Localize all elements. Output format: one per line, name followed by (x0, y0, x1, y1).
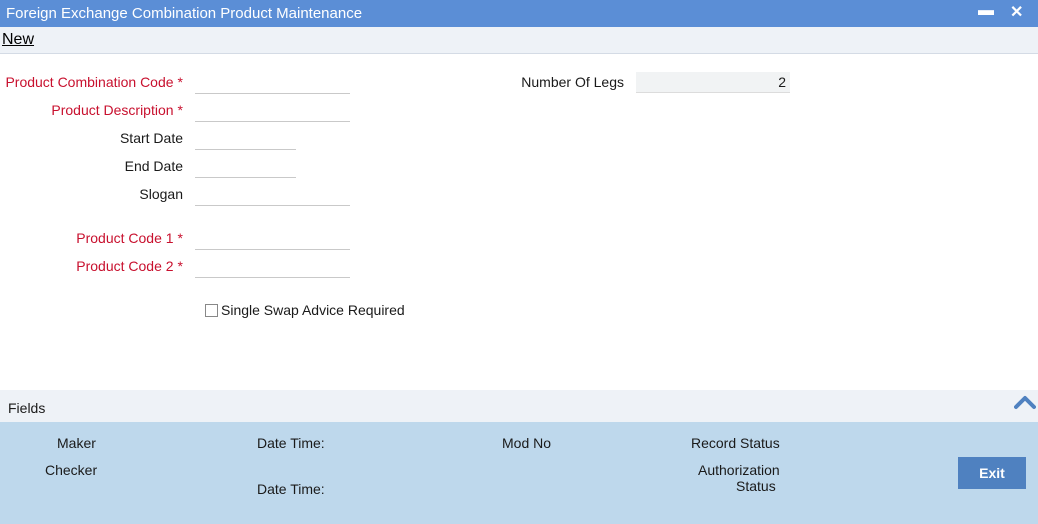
product-code-1-label-text: Product Code 1 (76, 230, 174, 246)
maker-label: Maker (57, 435, 96, 451)
chevron-up-icon[interactable] (1014, 392, 1036, 412)
authorization-status-label: Status (736, 478, 776, 494)
record-status-label: Record Status (691, 435, 780, 451)
exit-button[interactable]: Exit (958, 457, 1026, 489)
new-button[interactable]: New (2, 31, 34, 49)
fields-bar: Fields (0, 390, 1038, 422)
end-date-label: End Date (124, 158, 183, 174)
product-combination-code-label: Product Combination Code * (0, 74, 183, 90)
required-marker: * (177, 230, 183, 246)
toolbar: New (0, 27, 1038, 54)
single-swap-advice-label: Single Swap Advice Required (221, 302, 405, 318)
required-marker: * (177, 258, 183, 274)
start-date-label: Start Date (119, 130, 183, 146)
minimize-icon[interactable]: ▬ (978, 2, 994, 20)
product-combination-code-label-text: Product Combination Code (5, 74, 174, 90)
product-code-1-input[interactable] (195, 230, 350, 250)
slogan-input[interactable] (195, 186, 350, 206)
window-titlebar: Foreign Exchange Combination Product Mai… (0, 0, 1038, 27)
end-date-input[interactable] (195, 158, 296, 178)
product-form: Product Combination Code * Product Descri… (0, 54, 1038, 390)
product-code-2-label-text: Product Code 2 (76, 258, 174, 274)
number-of-legs-field[interactable]: 2 (636, 72, 790, 93)
fields-label: Fields (8, 400, 46, 416)
start-date-input[interactable] (195, 130, 296, 150)
product-description-label: Product Description * (0, 102, 183, 118)
product-code-2-label: Product Code 2 * (0, 258, 183, 274)
required-marker: * (177, 102, 183, 118)
maker-date-time-label: Date Time: (257, 435, 325, 451)
product-code-1-label: Product Code 1 * (0, 230, 183, 246)
audit-footer: Maker Checker Date Time: Date Time: Mod … (0, 422, 1038, 524)
slogan-label: Slogan (139, 186, 183, 202)
product-description-input[interactable] (195, 102, 350, 122)
checker-date-time-label: Date Time: (257, 481, 325, 497)
close-icon[interactable]: ✕ (1010, 2, 1023, 22)
single-swap-advice-checkbox[interactable] (205, 304, 218, 317)
product-description-label-text: Product Description (51, 102, 174, 118)
number-of-legs-label: Number Of Legs (521, 74, 624, 90)
product-combination-code-input[interactable] (195, 74, 350, 94)
window-title: Foreign Exchange Combination Product Mai… (6, 5, 363, 22)
authorization-label: Authorization (698, 462, 780, 478)
mod-no-label: Mod No (502, 435, 552, 451)
product-code-2-input[interactable] (195, 258, 350, 278)
required-marker: * (177, 74, 183, 90)
checker-label: Checker (45, 462, 98, 478)
